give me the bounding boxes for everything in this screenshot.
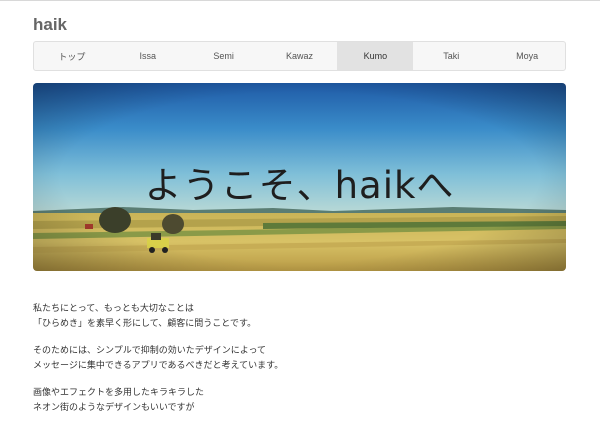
top-divider <box>0 0 600 1</box>
main-content: 私たちにとって、もっとも大切なことは 「ひらめき」を素早く形にして、顧客に問うこ… <box>33 302 566 428</box>
nav-item-kumo[interactable]: Kumo <box>337 42 414 70</box>
nav-item-taki[interactable]: Taki <box>413 42 489 70</box>
content-paragraph-3: 画像やエフェクトを多用したキラキラした ネオン街のようなデザインもいいですが <box>33 386 566 416</box>
paragraph-line: 「ひらめき」を素早く形にして、顧客に問うことです。 <box>33 319 257 329</box>
nav-item-issa[interactable]: Issa <box>110 42 186 70</box>
nav-item-semi[interactable]: Semi <box>186 42 262 70</box>
site-title-link[interactable]: haik <box>33 15 67 35</box>
paragraph-line: 私たちにとって、もっとも大切なことは <box>33 304 194 314</box>
hero-banner: ようこそ、haikへ <box>33 83 566 271</box>
paragraph-line: そのためには、シンプルで抑制の効いたデザインによって <box>33 346 267 356</box>
nav-item-kawaz[interactable]: Kawaz <box>262 42 338 70</box>
hero-title: ようこそ、haikへ <box>144 164 455 207</box>
nav-item-top[interactable]: トップ <box>34 42 110 70</box>
content-paragraph-1: 私たちにとって、もっとも大切なことは 「ひらめき」を素早く形にして、顧客に問うこ… <box>33 302 566 332</box>
paragraph-line: 画像やエフェクトを多用したキラキラした <box>33 388 205 398</box>
paragraph-line: ネオン街のようなデザインもいいですが <box>33 403 195 413</box>
main-nav: トップ Issa Semi Kawaz Kumo Taki Moya <box>33 41 566 71</box>
nav-item-moya[interactable]: Moya <box>489 42 565 70</box>
paragraph-line: メッセージに集中できるアプリであるべきだと考えています。 <box>33 361 284 371</box>
content-paragraph-2: そのためには、シンプルで抑制の効いたデザインによって メッセージに集中できるアプ… <box>33 344 566 374</box>
